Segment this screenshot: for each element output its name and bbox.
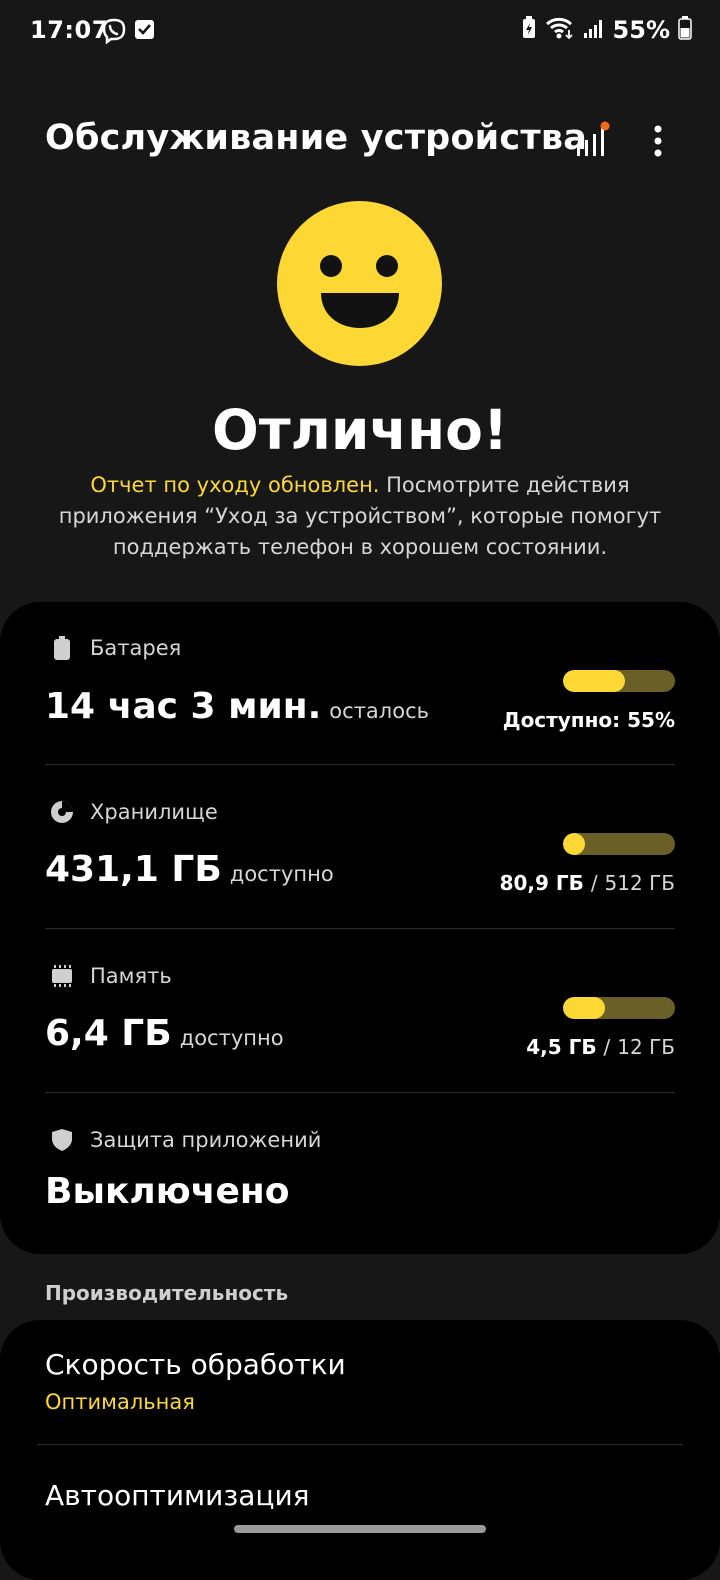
battery-icon xyxy=(678,16,692,44)
memory-separator: / xyxy=(603,1035,611,1059)
memory-available-amount: 6,4 ГБ xyxy=(45,1013,172,1054)
app-protection-row[interactable]: Защита приложений Выключено xyxy=(0,1093,720,1254)
memory-value: 6,4 ГБ доступно xyxy=(45,1013,284,1054)
storage-row[interactable]: Хранилище 431,1 ГБ доступно 80,9 ГБ / 512… xyxy=(0,765,720,928)
processing-speed-title: Скорость обработки xyxy=(45,1348,346,1381)
battery-value: 14 час 3 мин. осталось xyxy=(45,686,429,727)
processing-speed-item[interactable]: Скорость обработки Оптимальная xyxy=(0,1320,720,1444)
check-box-icon xyxy=(134,18,156,44)
storage-available-amount: 431,1 ГБ xyxy=(45,849,222,890)
status-title: Отлично! xyxy=(211,398,509,462)
performance-card: Скорость обработки Оптимальная Автооптим… xyxy=(0,1320,720,1580)
storage-usage-fill xyxy=(563,833,586,855)
storage-used: 80,9 ГБ xyxy=(499,871,584,895)
battery-level-bar xyxy=(563,670,675,692)
battery-time-remaining: 14 час 3 мин. xyxy=(45,686,322,727)
signal-bars-button[interactable] xyxy=(572,120,616,164)
status-time: 17:07 xyxy=(30,16,109,44)
more-options-button[interactable] xyxy=(636,120,680,164)
battery-suffix: осталось xyxy=(329,699,429,723)
memory-used: 4,5 ГБ xyxy=(526,1035,597,1059)
memory-total: 12 ГБ xyxy=(617,1035,675,1059)
memory-label: Память xyxy=(90,964,172,988)
storage-total: 512 ГБ xyxy=(604,871,675,895)
battery-percent: 55% xyxy=(612,16,670,44)
navigation-handle[interactable] xyxy=(234,1525,486,1533)
battery-available: Доступно: 55% xyxy=(502,708,675,732)
battery-icon xyxy=(50,636,74,660)
app-protection-value: Выключено xyxy=(45,1171,290,1212)
storage-label: Хранилище xyxy=(90,800,218,824)
memory-chip-icon xyxy=(50,964,74,988)
signal-icon xyxy=(583,17,605,43)
storage-pie-icon xyxy=(50,800,74,824)
memory-suffix: доступно xyxy=(179,1026,284,1050)
memory-row[interactable]: Память 6,4 ГБ доступно 4,5 ГБ / 12 ГБ xyxy=(0,929,720,1092)
page-title: Обслуживание устройства xyxy=(45,118,588,158)
status-description: Отчет по уходу обновлен. Посмотрите дейс… xyxy=(40,470,680,563)
storage-usage-bar xyxy=(563,833,675,855)
shield-icon xyxy=(50,1128,74,1152)
smiley-face-icon xyxy=(277,201,442,366)
storage-value: 431,1 ГБ доступно xyxy=(45,849,334,890)
report-updated-link[interactable]: Отчет по уходу обновлен. xyxy=(90,473,379,497)
signal-bars-notification-icon xyxy=(577,121,610,156)
storage-usage: 80,9 ГБ / 512 ГБ xyxy=(500,871,675,895)
memory-usage-bar xyxy=(563,997,675,1019)
auto-optimization-title: Автооптимизация xyxy=(45,1479,310,1512)
more-options-icon xyxy=(654,125,662,157)
device-status-card: Батарея 14 час 3 мин. осталось Доступно: … xyxy=(0,602,720,1254)
storage-separator: / xyxy=(590,871,598,895)
memory-usage: 4,5 ГБ / 12 ГБ xyxy=(526,1035,675,1059)
battery-saver-icon xyxy=(521,16,537,44)
auto-optimization-item[interactable]: Автооптимизация xyxy=(0,1445,720,1565)
app-protection-label: Защита приложений xyxy=(90,1128,322,1152)
wifi-icon xyxy=(545,16,575,44)
viber-icon xyxy=(101,18,127,48)
memory-usage-fill xyxy=(563,997,605,1019)
status-bar: 17:07 55% xyxy=(0,0,720,64)
battery-label: Батарея xyxy=(90,636,182,660)
battery-level-fill xyxy=(563,670,625,692)
processing-speed-value: Оптимальная xyxy=(45,1390,195,1414)
section-label-performance: Производительность xyxy=(45,1281,289,1305)
storage-suffix: доступно xyxy=(229,862,334,886)
battery-row[interactable]: Батарея 14 час 3 мин. осталось Доступно: … xyxy=(0,602,720,764)
